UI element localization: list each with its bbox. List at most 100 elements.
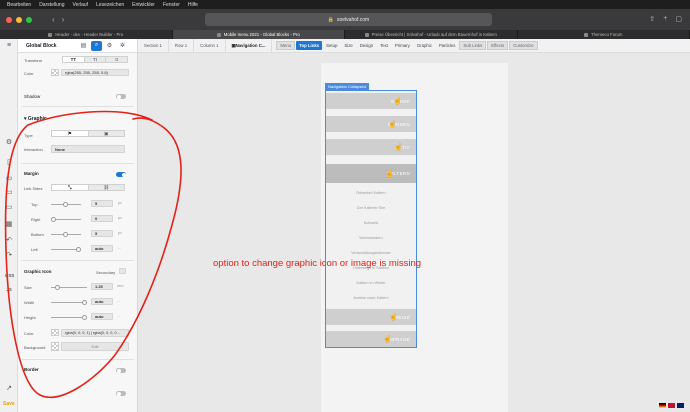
color-swatch[interactable] — [51, 69, 59, 76]
forward-arrow-icon[interactable]: › — [62, 15, 65, 24]
icon-size-slider[interactable] — [51, 285, 87, 290]
hamburger-icon[interactable]: ≡ — [5, 42, 13, 50]
icon-size-input[interactable]: 1.25 — [91, 283, 113, 290]
browser-tab-3[interactable]: Preise Übersicht | Sölvahof - Urlaub auf… — [345, 30, 518, 39]
transform-uppercase-option[interactable]: TT — [63, 57, 85, 62]
icon-height-slider[interactable] — [51, 315, 87, 320]
transform-capitalize-option[interactable]: Tt — [85, 57, 107, 62]
icon-color-swatch[interactable] — [51, 329, 59, 336]
tab-sub-links[interactable]: Sub Links — [459, 41, 487, 50]
new-tab-icon[interactable]: + — [663, 15, 667, 23]
external-link-icon[interactable]: ↗ — [5, 385, 13, 393]
breadcrumb-row[interactable]: Row 1 — [169, 38, 195, 53]
menu-fenster[interactable]: Fenster — [163, 2, 180, 8]
tab-size[interactable]: Size — [341, 41, 355, 50]
link-sides-unlinked-option[interactable]: ⛓ — [89, 185, 125, 190]
icon-background-edit-button[interactable]: Edit — [61, 342, 129, 351]
margin-left-unit[interactable]: ... — [118, 246, 121, 250]
menu-hilfe[interactable]: Hilfe — [188, 2, 198, 8]
browser-tab-4[interactable]: Themeco Forum — [518, 30, 690, 39]
tab-primary[interactable]: Primary — [392, 41, 413, 50]
tablet-icon[interactable]: ▭ — [5, 175, 13, 183]
redo-icon[interactable]: ↷ — [5, 252, 13, 260]
icon-color-field[interactable]: rgba(0, 0, 0, 1) | rgba(0, 0, 0, 0... — [61, 329, 129, 337]
transform-lowercase-option[interactable]: tt — [106, 57, 127, 62]
italian-flag-icon[interactable] — [668, 403, 675, 408]
margin-right-slider[interactable] — [51, 217, 81, 222]
nav-item[interactable]: ☝ AKTIV — [326, 139, 416, 155]
nav-item[interactable]: ☝ ANFRAGE — [326, 331, 416, 347]
sub-link[interactable]: Weinwandern — [326, 236, 416, 240]
tab-text[interactable]: Text — [377, 41, 391, 50]
menu-bearbeiten[interactable]: Bearbeiten — [7, 2, 31, 8]
margin-toggle[interactable] — [116, 172, 126, 177]
sub-link[interactable]: Veranstaltungskalender — [326, 251, 416, 255]
icon-height-input[interactable]: auto — [91, 313, 113, 320]
sub-link[interactable]: Kulinarik — [326, 221, 416, 225]
icon-height-unit[interactable]: ... — [117, 314, 120, 318]
save-button[interactable]: Save — [3, 401, 15, 407]
js-button[interactable]: JS — [5, 286, 13, 294]
margin-right-input[interactable]: 0 — [91, 215, 113, 222]
icon-width-unit[interactable]: ... — [117, 299, 120, 303]
breadcrumb-section[interactable]: Section 1 — [138, 38, 169, 53]
breadcrumb-column[interactable]: Column 1 — [194, 38, 226, 53]
desktop-icon[interactable]: ▭ — [5, 204, 13, 212]
margin-left-input[interactable]: auto — [91, 245, 113, 252]
tab-graphic[interactable]: Graphic — [414, 41, 435, 50]
margin-bottom-unit[interactable]: px — [118, 231, 122, 235]
tab-top-links[interactable]: Top Links — [296, 41, 323, 50]
margin-top-input[interactable]: 5 — [91, 200, 113, 207]
grid-icon[interactable]: ▦ — [5, 221, 13, 229]
document-icon[interactable]: ▤ — [78, 41, 89, 51]
color-field[interactable]: rgba(255, 255, 255, 0.8) — [61, 69, 129, 76]
nav-item-active[interactable]: ☝ KALTERN — [326, 164, 416, 183]
menu-darstellung[interactable]: Darstellung — [39, 2, 64, 8]
breadcrumb-navigation[interactable]: ▣ Navigation C... — [226, 38, 273, 53]
secondary-checkbox[interactable] — [119, 268, 126, 274]
search-icon[interactable]: ⌕ — [91, 40, 102, 51]
laptop-icon[interactable]: ▭ — [5, 189, 13, 197]
nav-item[interactable]: ☝ PREISE — [326, 309, 416, 325]
element-badge[interactable]: Navigation Collapsed — [325, 83, 369, 90]
margin-top-slider[interactable] — [51, 202, 81, 207]
gear-icon[interactable]: ⚙ — [104, 41, 115, 51]
menu-lesezeichen[interactable]: Lesezeichen — [96, 2, 124, 8]
bottom-toggle[interactable] — [116, 391, 126, 396]
navigation-collapsed[interactable]: ☝ ER HOF ☝ WOHNEN ☝ AKTIV ☝ KALTERN Reisedor… — [325, 90, 417, 348]
shadow-toggle[interactable] — [116, 94, 126, 99]
close-window-button[interactable] — [6, 16, 12, 23]
icon-size-unit[interactable]: rem — [117, 284, 124, 288]
type-image-option[interactable]: ▣ — [89, 131, 125, 136]
margin-right-unit[interactable]: px — [118, 216, 122, 220]
css-button[interactable]: CSS — [5, 272, 14, 280]
layers-icon[interactable]: ⚙ — [5, 139, 13, 147]
type-icon-option[interactable]: ⚑ — [52, 131, 89, 136]
border-toggle[interactable] — [116, 368, 126, 373]
link-sides-linked-option[interactable]: ⤡ — [52, 185, 89, 190]
tab-customize[interactable]: Customize — [509, 41, 538, 50]
address-bar[interactable]: 🔒 soelvahof.com — [205, 13, 492, 26]
tab-particles[interactable]: Particles — [436, 41, 458, 50]
zoom-window-button[interactable] — [26, 16, 32, 23]
share-icon[interactable]: ⇧ — [649, 15, 655, 23]
tab-overview-icon[interactable]: ▢ — [675, 15, 682, 23]
margin-bottom-input[interactable]: 5 — [91, 230, 113, 237]
back-arrow-icon[interactable]: ‹ — [52, 15, 55, 24]
tab-design[interactable]: Design — [357, 41, 376, 50]
english-flag-icon[interactable] — [677, 403, 684, 408]
margin-bottom-slider[interactable] — [51, 232, 81, 237]
mobile-icon[interactable]: ▯ — [5, 159, 13, 167]
sub-link[interactable]: Reisedorf Kaltern — [326, 191, 416, 195]
interaction-select[interactable]: None — [51, 145, 125, 153]
menu-verlauf[interactable]: Verlauf — [72, 2, 88, 8]
icon-background-swatch[interactable] — [51, 342, 59, 351]
sub-link[interactable]: Der Kalterer See — [326, 206, 416, 210]
settings-icon[interactable]: ✲ — [117, 41, 128, 51]
sub-link[interactable]: Anreise nach Kaltern — [326, 296, 416, 300]
margin-left-slider[interactable] — [51, 247, 81, 252]
icon-width-input[interactable]: auto — [91, 298, 113, 305]
icon-width-slider[interactable] — [51, 300, 87, 305]
minimize-window-button[interactable] — [16, 16, 22, 23]
german-flag-icon[interactable] — [659, 403, 666, 408]
